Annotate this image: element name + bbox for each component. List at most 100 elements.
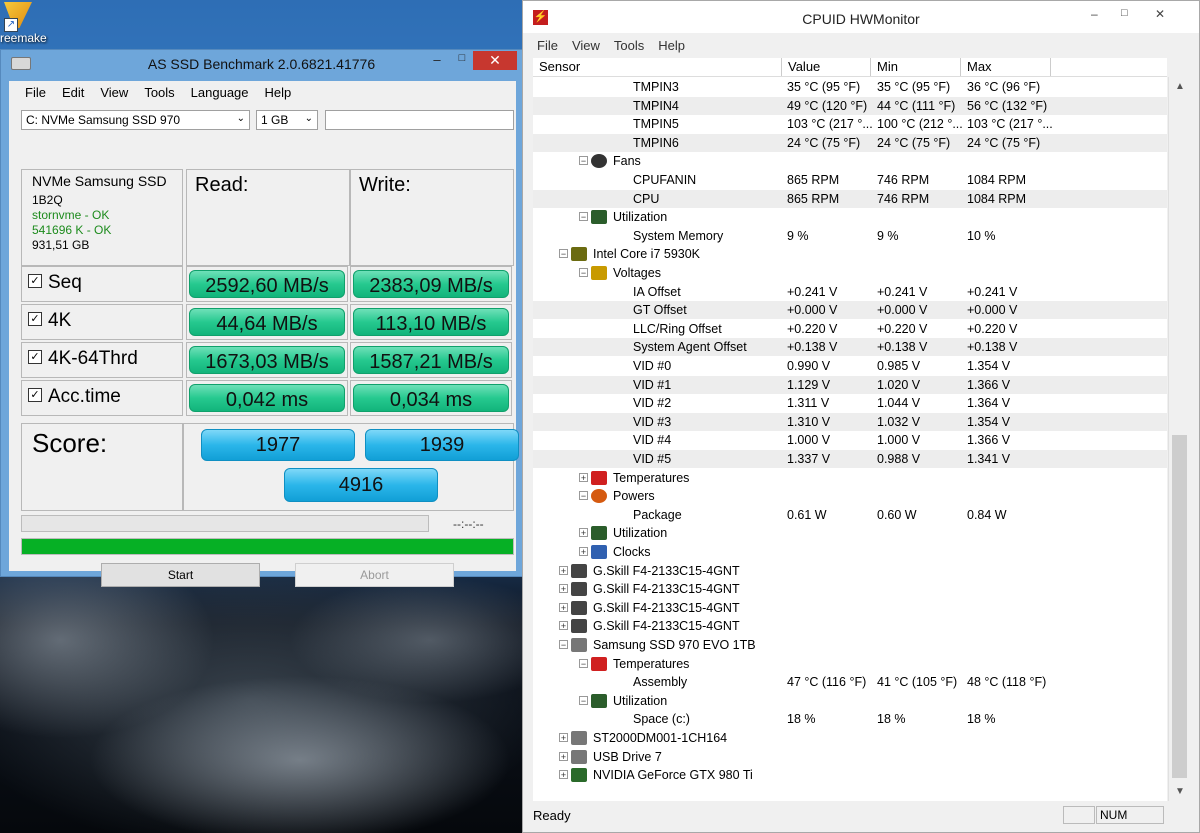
as-ssd-titlebar[interactable]: AS SSD Benchmark 2.0.6821.41776 – □ ✕ xyxy=(1,50,522,76)
column-value[interactable]: Value xyxy=(782,58,871,76)
menu-language[interactable]: Language xyxy=(191,81,249,100)
menu-file[interactable]: File xyxy=(537,35,558,53)
menu-tools[interactable]: Tools xyxy=(614,35,644,53)
checkbox-seq[interactable]: ✓ xyxy=(28,273,42,288)
column-min[interactable]: Min xyxy=(871,58,961,76)
start-button[interactable]: Start xyxy=(101,563,260,587)
cpu-icon xyxy=(571,247,587,262)
sensor-row[interactable]: TMPIN3 35 °C (95 °F) 35 °C (95 °F) 36 °C (9… xyxy=(533,78,1167,96)
sensor-group-row[interactable]: − Powers xyxy=(533,487,1167,505)
sensor-group-row[interactable]: − Fans xyxy=(533,152,1167,170)
sensor-group-row[interactable]: − Utilization xyxy=(533,692,1167,710)
expand-icon[interactable]: + xyxy=(559,602,568,612)
sensor-row[interactable]: CPU 865 RPM 746 RPM 1084 RPM xyxy=(533,189,1167,208)
checkbox-acc-time[interactable]: ✓ xyxy=(28,387,42,402)
sensor-group-row[interactable]: − Samsung SSD 970 EVO 1TB xyxy=(533,636,1167,654)
column-max[interactable]: Max xyxy=(961,58,1051,76)
menu-file[interactable]: File xyxy=(25,81,46,100)
sensor-group-row[interactable]: + G.Skill F4-2133C15-4GNT xyxy=(533,580,1167,598)
sensor-row[interactable]: VID #4 1.000 V 1.000 V 1.366 V xyxy=(533,431,1167,449)
menu-tools[interactable]: Tools xyxy=(144,81,174,100)
minimize-button[interactable]: – xyxy=(425,52,449,70)
sensor-max: +0.220 V xyxy=(967,321,1018,336)
sensor-row[interactable]: VID #3 1.310 V 1.032 V 1.354 V xyxy=(533,412,1167,431)
scroll-down-icon[interactable]: ▼ xyxy=(1175,786,1185,797)
size-select[interactable]: 1 GB ⌄ xyxy=(256,110,318,130)
row-label-text: Seq xyxy=(48,272,82,293)
sensor-group-row[interactable]: + USB Drive 7 xyxy=(533,748,1167,766)
sensor-max: +0.241 V xyxy=(967,284,1018,299)
scrollbar-thumb[interactable] xyxy=(1172,435,1187,778)
expand-icon[interactable]: + xyxy=(559,584,568,594)
menu-edit[interactable]: Edit xyxy=(62,81,84,100)
collapse-icon[interactable]: − xyxy=(579,695,588,705)
expand-icon[interactable]: + xyxy=(559,733,568,743)
expand-icon[interactable]: + xyxy=(559,565,568,575)
sensor-group-row[interactable]: − Intel Core i7 5930K xyxy=(533,245,1167,263)
sensor-group-row[interactable]: − Voltages xyxy=(533,264,1167,282)
menu-view[interactable]: View xyxy=(572,35,600,53)
menu-help[interactable]: Help xyxy=(658,35,685,53)
checkbox-4k[interactable]: ✓ xyxy=(28,311,42,326)
collapse-icon[interactable]: − xyxy=(579,268,588,278)
collapse-icon[interactable]: − xyxy=(579,658,588,668)
sensor-row[interactable]: System Agent Offset +0.138 V +0.138 V +0.13… xyxy=(533,338,1167,357)
sensor-row[interactable]: TMPIN6 24 °C (75 °F) 24 °C (75 °F) 24 °C (7… xyxy=(533,133,1167,152)
sensor-row[interactable]: VID #2 1.311 V 1.044 V 1.364 V xyxy=(533,394,1167,412)
close-button[interactable]: ✕ xyxy=(473,51,517,70)
sensor-row[interactable]: IA Offset +0.241 V +0.241 V +0.241 V xyxy=(533,283,1167,301)
collapse-icon[interactable]: − xyxy=(579,212,588,222)
collapse-icon[interactable]: − xyxy=(559,640,568,650)
sensor-row[interactable]: Assembly 47 °C (116 °F) 41 °C (105 °F) 48 °… xyxy=(533,673,1167,691)
sensor-group-row[interactable]: + G.Skill F4-2133C15-4GNT xyxy=(533,617,1167,635)
expand-icon[interactable]: + xyxy=(559,770,568,780)
expand-icon[interactable]: + xyxy=(579,547,588,557)
sensor-label: GT Offset xyxy=(633,303,687,318)
sensor-row[interactable]: System Memory 9 % 9 % 10 % xyxy=(533,227,1167,245)
sensor-row[interactable]: LLC/Ring Offset +0.220 V +0.220 V +0.220 V xyxy=(533,320,1167,338)
checkbox-4k-64thrd[interactable]: ✓ xyxy=(28,349,42,364)
sensor-row[interactable]: TMPIN4 49 °C (120 °F) 44 °C (111 °F) 56 °C … xyxy=(533,96,1167,115)
sensor-group-row[interactable]: + G.Skill F4-2133C15-4GNT xyxy=(533,599,1167,617)
sensor-group-row[interactable]: + Temperatures xyxy=(533,469,1167,487)
expand-icon[interactable]: + xyxy=(579,472,588,482)
collapse-icon[interactable]: − xyxy=(579,491,588,501)
sensor-row[interactable]: TMPIN5 103 °C (217 °... 100 °C (212 °... 10… xyxy=(533,115,1167,133)
sensor-group-row[interactable]: − Temperatures xyxy=(533,655,1167,673)
expand-icon[interactable]: + xyxy=(559,751,568,761)
sensor-row[interactable]: Space (c:) 18 % 18 % 18 % xyxy=(533,710,1167,728)
vertical-scrollbar[interactable]: ▲ ▼ xyxy=(1168,77,1191,801)
drive-select[interactable]: C: NVMe Samsung SSD 970 ⌄ xyxy=(21,110,250,130)
sensor-row[interactable]: Package 0.61 W 0.60 W 0.84 W xyxy=(533,506,1167,524)
expand-icon[interactable]: + xyxy=(559,621,568,631)
expand-icon[interactable]: + xyxy=(579,528,588,538)
sensor-row[interactable]: VID #0 0.990 V 0.985 V 1.354 V xyxy=(533,357,1167,375)
sensor-row[interactable]: VID #1 1.129 V 1.020 V 1.366 V xyxy=(533,375,1167,394)
sensor-min: 9 % xyxy=(877,228,899,243)
sensor-row[interactable]: CPUFANIN 865 RPM 746 RPM 1084 RPM xyxy=(533,171,1167,189)
minimize-button[interactable]: – xyxy=(1091,7,1098,21)
sensor-row[interactable]: GT Offset +0.000 V +0.000 V +0.000 V xyxy=(533,301,1167,320)
sensor-row[interactable]: VID #5 1.337 V 0.988 V 1.341 V xyxy=(533,450,1167,468)
collapse-icon[interactable]: − xyxy=(559,249,568,259)
sensor-group-row[interactable]: + Clocks xyxy=(533,543,1167,561)
scroll-up-icon[interactable]: ▲ xyxy=(1175,81,1185,92)
sensor-group-row[interactable]: + G.Skill F4-2133C15-4GNT xyxy=(533,562,1167,580)
sensor-group-row[interactable]: + NVIDIA GeForce GTX 980 Ti xyxy=(533,766,1167,784)
sensor-label: TMPIN3 xyxy=(633,80,679,94)
thermometer-icon xyxy=(591,470,607,485)
column-sensor[interactable]: Sensor xyxy=(533,58,782,76)
maximize-button[interactable]: □ xyxy=(1121,7,1128,19)
menu-help[interactable]: Help xyxy=(265,81,292,100)
close-button[interactable]: ✕ xyxy=(1155,7,1165,21)
sensor-group-row[interactable]: + ST2000DM001-1CH164 xyxy=(533,729,1167,747)
desktop-shortcut-freemake[interactable]: ↗ reemake xyxy=(0,0,48,48)
abort-button[interactable]: Abort xyxy=(295,563,454,587)
hwmonitor-titlebar[interactable]: ⚡ CPUID HWMonitor – □ ✕ xyxy=(523,1,1199,33)
info-textbox[interactable] xyxy=(325,110,514,130)
sensor-group-row[interactable]: − Utilization xyxy=(533,208,1167,226)
maximize-button[interactable]: □ xyxy=(453,52,471,70)
sensor-group-row[interactable]: + Utilization xyxy=(533,524,1167,542)
collapse-icon[interactable]: − xyxy=(579,156,588,166)
menu-view[interactable]: View xyxy=(100,81,128,100)
